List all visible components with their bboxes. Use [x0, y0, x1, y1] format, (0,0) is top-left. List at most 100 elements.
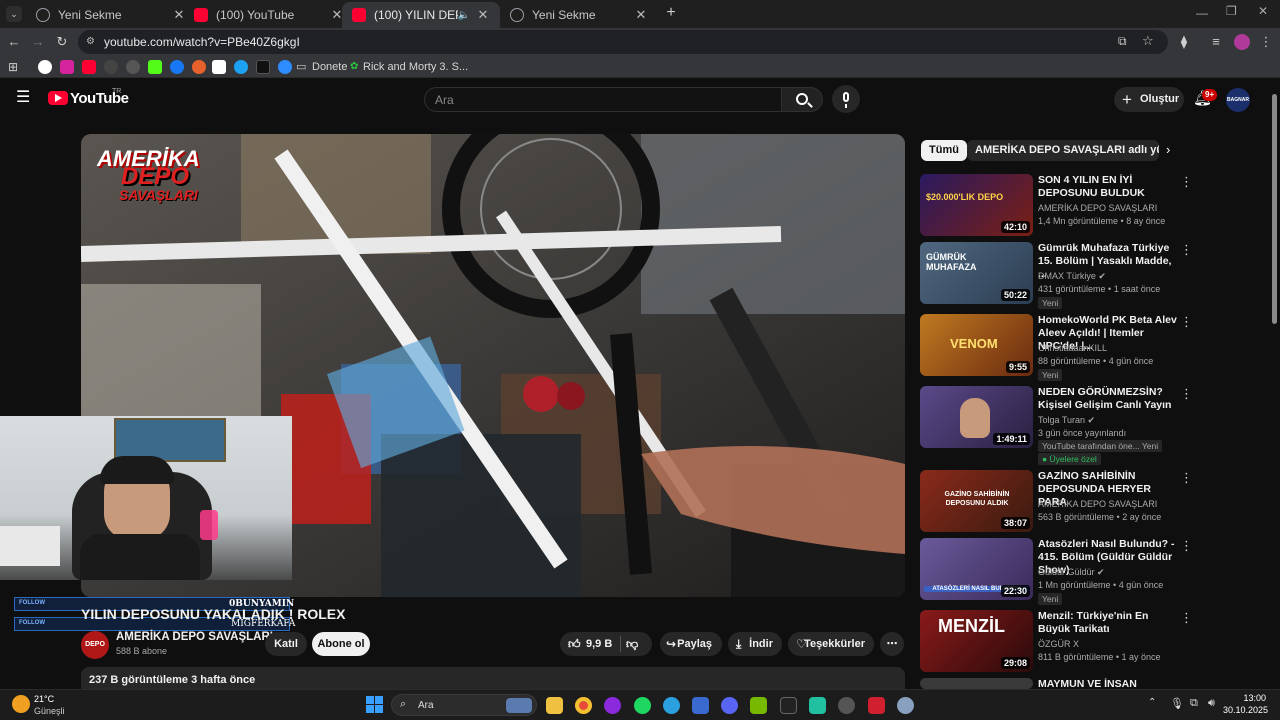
- video-thumbnail[interactable]: [920, 678, 1033, 689]
- clock-date[interactable]: 30.10.2025: [1220, 705, 1268, 715]
- minimize-icon[interactable]: —: [1196, 6, 1208, 20]
- more-options-icon[interactable]: ⋮: [1180, 387, 1193, 400]
- join-button[interactable]: Katıl: [265, 632, 307, 656]
- bookmark-star-icon[interactable]: ☆: [1142, 33, 1154, 49]
- channel-name[interactable]: ÖZGÜR X: [1038, 639, 1188, 649]
- bookmark-rick-and-morty[interactable]: Rick and Morty 3. S...: [363, 61, 468, 73]
- video-thumbnail[interactable]: VENOM 9:55: [920, 314, 1033, 376]
- video-thumbnail[interactable]: 1:49:11: [920, 386, 1033, 448]
- clock-time[interactable]: 13:00: [1230, 693, 1266, 703]
- video-thumbnail[interactable]: ATASÖZLERİ NASIL BULUNDU 22:30: [920, 538, 1033, 600]
- microphone-tray-icon[interactable]: 🎙︎: [1170, 697, 1184, 710]
- settings-gear-icon[interactable]: [897, 697, 914, 714]
- app-icon[interactable]: [868, 697, 885, 714]
- tab-new-2[interactable]: Yeni Sekme ✕: [500, 2, 658, 28]
- speaker-icon[interactable]: 🔈: [458, 10, 470, 21]
- video-thumbnail[interactable]: GAZİNO SAHİBİNİN DEPOSUNU ALDIK 38:07: [920, 470, 1033, 532]
- facebook-icon[interactable]: [170, 60, 184, 74]
- channel-name[interactable]: Tolga Turan ✔: [1038, 415, 1188, 426]
- nvidia-icon[interactable]: [750, 697, 767, 714]
- weather-desc[interactable]: Güneşli: [34, 706, 65, 716]
- store-icon[interactable]: [692, 697, 709, 714]
- tiktok-icon[interactable]: [256, 60, 270, 74]
- more-options-icon[interactable]: ⋮: [1180, 539, 1193, 552]
- more-options-icon[interactable]: ⋮: [1180, 611, 1193, 624]
- create-button[interactable]: + Oluştur: [1114, 87, 1184, 112]
- thanks-button[interactable]: ♡ Teşekkürler: [788, 632, 874, 656]
- hamburger-menu-icon[interactable]: ☰: [16, 90, 30, 106]
- install-app-icon[interactable]: ⧉: [1118, 34, 1127, 49]
- more-options-icon[interactable]: ⋮: [1180, 243, 1193, 256]
- volume-icon[interactable]: 🔊︎: [1208, 697, 1215, 710]
- more-options-icon[interactable]: ⋮: [1180, 471, 1193, 484]
- youtube-logo-icon[interactable]: [48, 91, 68, 105]
- thumbs-up-icon[interactable]: 👍︎: [568, 632, 581, 656]
- spotify-icon[interactable]: [634, 697, 651, 714]
- openai-icon[interactable]: [104, 60, 118, 74]
- back-icon[interactable]: ←: [6, 34, 22, 50]
- chip-all[interactable]: Tümü: [921, 140, 967, 161]
- subscribe-button[interactable]: Abone ol: [312, 632, 370, 656]
- account-avatar[interactable]: BAGNAR: [1226, 88, 1250, 112]
- window-close-icon[interactable]: ✕: [1258, 4, 1268, 18]
- menu-dots-icon[interactable]: ⋮: [1258, 34, 1274, 50]
- discord-icon[interactable]: [721, 697, 738, 714]
- windows-start-icon[interactable]: [366, 696, 384, 714]
- voice-search-button[interactable]: [832, 85, 860, 113]
- bookmark-icon[interactable]: [278, 60, 292, 74]
- kick-icon[interactable]: [148, 60, 162, 74]
- media-control-icon[interactable]: ≡: [1208, 34, 1224, 50]
- epic-games-icon[interactable]: [780, 697, 797, 714]
- opera-icon[interactable]: [604, 697, 621, 714]
- profile-avatar[interactable]: [1234, 34, 1250, 50]
- more-actions-button[interactable]: ⋯: [880, 632, 904, 656]
- forward-icon[interactable]: →: [30, 34, 46, 50]
- channel-name[interactable]: AMERİKA DEPO SAVAŞLARI: [116, 631, 273, 643]
- restore-icon[interactable]: ❐: [1226, 4, 1237, 18]
- telegram-icon[interactable]: [663, 697, 680, 714]
- close-icon[interactable]: ✕: [476, 7, 490, 23]
- site-info-icon[interactable]: ⚙: [86, 36, 98, 48]
- tab-search-button[interactable]: ⌄: [6, 6, 22, 22]
- scrollbar-thumb[interactable]: [1272, 94, 1277, 324]
- video-title[interactable]: MAYMUN VE İNSAN BİRLİKTE: [1038, 678, 1178, 689]
- google-icon[interactable]: [38, 60, 52, 74]
- instagram-icon[interactable]: [60, 60, 74, 74]
- video-title[interactable]: NEDEN GÖRÜNMEZSİN? Kişisel Gelişim Canlı…: [1038, 386, 1178, 412]
- chevron-up-icon[interactable]: ⌃: [1148, 697, 1156, 708]
- share-button[interactable]: ↪ Paylaş: [660, 632, 722, 656]
- video-title[interactable]: Menzil: Türkiye'nin En Büyük Tarikatı: [1038, 610, 1178, 636]
- network-icon[interactable]: ⧉: [1190, 697, 1198, 710]
- video-title[interactable]: SON 4 YILIN EN İYİ DEPOSUNU BULDUK: [1038, 174, 1178, 200]
- channel-avatar[interactable]: DEPO: [81, 631, 109, 659]
- extensions-icon[interactable]: ⧫: [1176, 34, 1192, 50]
- weather-temp[interactable]: 21°C: [34, 694, 54, 704]
- chevron-right-icon[interactable]: ›: [1166, 142, 1170, 157]
- tab-video-active[interactable]: (100) YILIN DEPOSUNU YA 🔈 ✕: [342, 2, 500, 28]
- page-scrollbar[interactable]: [1270, 80, 1280, 689]
- amazon-icon[interactable]: [212, 60, 226, 74]
- file-explorer-icon[interactable]: [546, 697, 563, 714]
- more-options-icon[interactable]: ⋮: [1180, 175, 1193, 188]
- youtube-bookmark-icon[interactable]: [82, 60, 96, 74]
- channel-name[interactable]: ChristiaaaanKILL: [1038, 343, 1188, 353]
- bookmark-icon[interactable]: [126, 60, 140, 74]
- thumbs-down-icon[interactable]: 👎︎: [626, 632, 638, 656]
- video-thumbnail[interactable]: GÜMRÜK MUHAFAZA 50:22: [920, 242, 1033, 304]
- taskbar-search[interactable]: ⌕ Ara: [391, 694, 537, 716]
- app-icon[interactable]: [809, 697, 826, 714]
- close-icon[interactable]: ✕: [634, 7, 648, 23]
- search-button[interactable]: [781, 87, 823, 112]
- bookmark-icon[interactable]: [234, 60, 248, 74]
- new-tab-button[interactable]: +: [663, 4, 679, 22]
- steam-icon[interactable]: [838, 697, 855, 714]
- reload-icon[interactable]: ↻: [54, 34, 70, 50]
- channel-name[interactable]: Güldür Güldür ✔: [1038, 567, 1188, 578]
- weather-sun-icon[interactable]: [12, 695, 30, 713]
- channel-name[interactable]: AMERİKA DEPO SAVAŞLARI: [1038, 499, 1188, 509]
- search-input[interactable]: Ara: [424, 87, 782, 112]
- like-count[interactable]: 9,9 B: [586, 632, 612, 656]
- bookmark-icon[interactable]: [192, 60, 206, 74]
- channel-name[interactable]: DMAX Türkiye ✔: [1038, 271, 1188, 282]
- more-options-icon[interactable]: ⋮: [1180, 315, 1193, 328]
